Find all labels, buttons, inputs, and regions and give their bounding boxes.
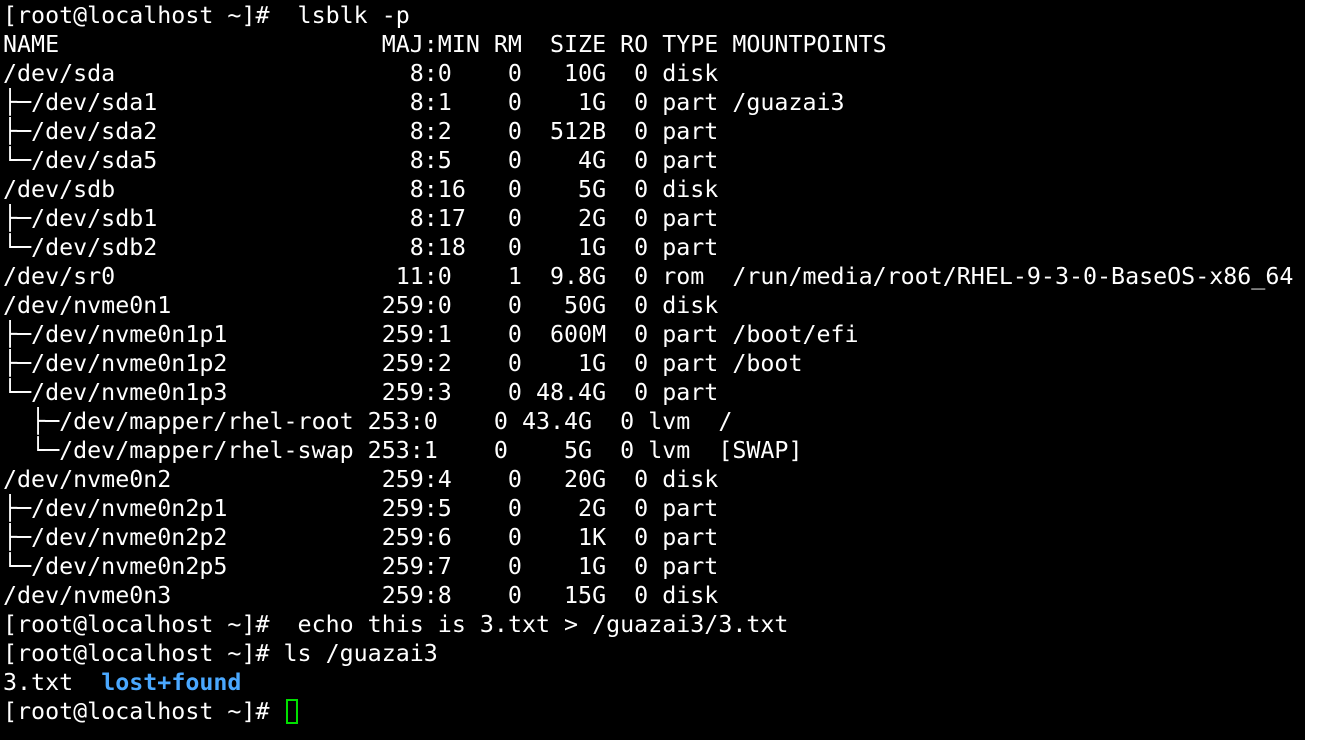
- lsblk-header-row: NAME MAJ:MIN RM SIZE RO TYPE MOUNTPOINTS: [3, 31, 887, 58]
- command-input[interactable]: [270, 698, 284, 725]
- lsblk-row: └─/dev/mapper/rhel-swap 253:1 0 5G 0 lvm…: [3, 437, 803, 464]
- prompt: [root@localhost ~]#: [3, 2, 270, 29]
- lsblk-row: /dev/sdb 8:16 0 5G 0 disk: [3, 176, 719, 203]
- lsblk-row: /dev/nvme0n3 259:8 0 15G 0 disk: [3, 582, 719, 609]
- cursor-block: [285, 699, 298, 724]
- prompt-line-ls: [root@localhost ~]# ls /guazai3: [3, 639, 1293, 668]
- lsblk-row: └─/dev/sda5 8:5 0 4G 0 part: [3, 147, 719, 174]
- prompt-line-lsblk: [root@localhost ~]# lsblk -p: [3, 1, 1293, 30]
- entry-gap: [73, 669, 101, 696]
- prompt-line-current[interactable]: [root@localhost ~]#: [3, 697, 1293, 726]
- lsblk-row: └─/dev/nvme0n1p3 259:3 0 48.4G 0 part: [3, 379, 719, 406]
- lsblk-row: ├─/dev/sda2 8:2 0 512B 0 part: [3, 118, 719, 145]
- lsblk-row: ├─/dev/mapper/rhel-root 253:0 0 43.4G 0 …: [3, 408, 733, 435]
- terminal-output: [root@localhost ~]# lsblk -p NAME MAJ:MI…: [3, 1, 1293, 726]
- file-entry: 3.txt: [3, 669, 74, 696]
- lsblk-row: /dev/nvme0n2 259:4 0 20G 0 disk: [3, 466, 719, 493]
- prompt: [root@localhost ~]#: [3, 640, 270, 667]
- prompt: [root@localhost ~]#: [3, 611, 270, 638]
- lsblk-row: ├─/dev/nvme0n1p1 259:1 0 600M 0 part /bo…: [3, 321, 859, 348]
- prompt-line-echo: [root@localhost ~]# echo this is 3.txt >…: [3, 610, 1293, 639]
- command-text: echo this is 3.txt > /guazai3/3.txt: [269, 611, 789, 638]
- lsblk-row: ├─/dev/nvme0n2p1 259:5 0 2G 0 part: [3, 495, 719, 522]
- terminal-window[interactable]: [root@localhost ~]# lsblk -p NAME MAJ:MI…: [0, 0, 1305, 740]
- lsblk-row: └─/dev/sdb2 8:18 0 1G 0 part: [3, 234, 719, 261]
- prompt: [root@localhost ~]#: [3, 698, 270, 725]
- lsblk-row: /dev/sr0 11:0 1 9.8G 0 rom /run/media/ro…: [3, 263, 1294, 290]
- lsblk-row: /dev/sda 8:0 0 10G 0 disk: [3, 60, 719, 87]
- lsblk-row: /dev/nvme0n1 259:0 0 50G 0 disk: [3, 292, 719, 319]
- command-text: lsblk -p: [269, 2, 410, 29]
- lsblk-row: ├─/dev/nvme0n2p2 259:6 0 1K 0 part: [3, 524, 719, 551]
- lsblk-row: ├─/dev/nvme0n1p2 259:2 0 1G 0 part /boot: [3, 350, 803, 377]
- lsblk-row: ├─/dev/sdb1 8:17 0 2G 0 part: [3, 205, 719, 232]
- lsblk-row: ├─/dev/sda1 8:1 0 1G 0 part /guazai3: [3, 89, 845, 116]
- lsblk-row: └─/dev/nvme0n2p5 259:7 0 1G 0 part: [3, 553, 719, 580]
- scrollbar-track[interactable]: [1305, 0, 1322, 740]
- ls-output-row: 3.txt lost+found: [3, 668, 1293, 697]
- command-text: ls /guazai3: [269, 640, 438, 667]
- directory-entry: lost+found: [101, 669, 242, 696]
